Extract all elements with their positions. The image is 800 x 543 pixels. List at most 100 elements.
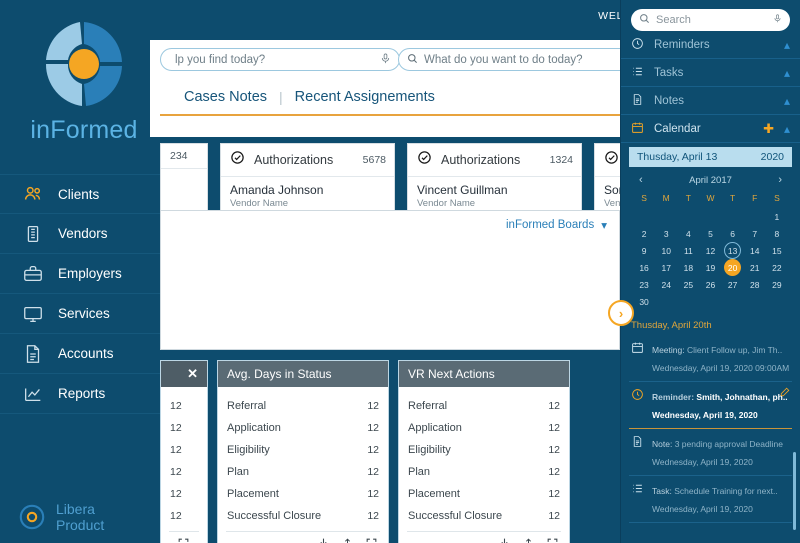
calendar-day-cell[interactable]: 7 <box>744 225 766 242</box>
panel-search-input[interactable]: Search <box>631 9 790 31</box>
calendar-day-cell[interactable]: 26 <box>699 276 721 293</box>
accordion-reminders[interactable]: Reminders ▴ <box>621 31 800 59</box>
widget-panel: VR Next Actions Referral 12 Application … <box>398 360 570 543</box>
calendar-day-cell[interactable]: 25 <box>677 276 699 293</box>
calendar-day-cell[interactable]: 15 <box>766 242 788 259</box>
sidebar-item-label: Vendors <box>58 226 108 241</box>
widget-row-item: Placement 12 <box>227 483 379 505</box>
left-sidebar: inFormed Clients Vendors Employers Servi… <box>0 0 168 543</box>
sidebar-item-employers[interactable]: Employers <box>0 254 168 294</box>
share-icon[interactable] <box>522 537 537 543</box>
event-text: Task: Schedule Training for next.. Wedne… <box>652 481 790 517</box>
accordion-tasks[interactable]: Tasks ▴ <box>621 59 800 87</box>
calendar-day-cell[interactable]: 29 <box>766 276 788 293</box>
sidebar-item-services[interactable]: Services <box>0 294 168 334</box>
event-date: Wednesday, April 19, 2020 <box>652 410 758 420</box>
microphone-icon[interactable] <box>380 52 391 68</box>
accordion-calendar[interactable]: Calendar ✚ ▴ <box>621 115 800 143</box>
calendar-day-cell[interactable]: 8 <box>766 225 788 242</box>
chevron-up-icon[interactable]: ▴ <box>784 94 790 108</box>
events-header: Thusday, April 20th <box>631 320 712 331</box>
event-item-reminder[interactable]: Reminder: Smith, Johnathan, ph.. Wednesd… <box>629 382 792 429</box>
event-item-meeting[interactable]: Meeting: Client Follow up, Jim Th.. Wedn… <box>629 335 792 382</box>
expand-icon[interactable] <box>177 537 192 543</box>
calendar-blank-cell <box>744 208 766 225</box>
calendar-date-grid[interactable]: 1 2 3 4 5 6 7 8 9 10 11 12 13 14 15 16 17 18 19 20 21 22 23 24 2… <box>633 208 788 310</box>
calendar-day-cell[interactable]: 27 <box>722 276 744 293</box>
calendar-day-cell[interactable]: 21 <box>744 259 766 276</box>
calendar-day-cell[interactable]: 17 <box>655 259 677 276</box>
sidebar-item-clients[interactable]: Clients <box>0 174 168 214</box>
download-icon[interactable] <box>317 537 332 543</box>
event-item-task[interactable]: Task: Schedule Training for next.. Wedne… <box>629 476 792 523</box>
widget-row-label: Eligibility <box>408 444 451 456</box>
calendar-day-cell[interactable]: 13 <box>724 242 742 259</box>
widget-row-value: 12 <box>367 444 379 456</box>
calendar-day-cell[interactable]: 14 <box>744 242 766 259</box>
tab-recent-assignements[interactable]: Recent Assignements <box>283 89 447 105</box>
widget-row: ✕ 12 12 12 12 12 12 Avg. Days in Status … <box>160 360 570 543</box>
pencil-icon[interactable] <box>780 387 790 423</box>
calendar-day-cell[interactable]: 28 <box>744 276 766 293</box>
authorization-card[interactable]: Authorizations 5678 Amanda Johnson Vendo… <box>220 143 395 218</box>
panel-scrollbar[interactable] <box>793 452 796 530</box>
calendar-nav: ‹ April 2017 › <box>633 171 788 191</box>
calendar-day-cell[interactable]: 16 <box>633 259 655 276</box>
widget-row-value: 12 <box>170 400 182 412</box>
sidebar-item-reports[interactable]: Reports <box>0 374 168 414</box>
calendar-day-cell[interactable]: 30 <box>633 293 655 310</box>
chevron-up-icon[interactable]: ▴ <box>784 38 790 52</box>
event-text: Reminder: Smith, Johnathan, ph.. Wednesd… <box>652 387 788 423</box>
chevron-down-icon[interactable]: ▾ <box>601 218 607 232</box>
widget-row-item: Successful Closure 12 <box>227 505 379 527</box>
authorization-card[interactable]: Authorizations 1324 Vincent Guillman Ven… <box>407 143 582 218</box>
authorization-card[interactable]: 234 <box>160 143 208 218</box>
event-kind: Task: <box>652 486 672 496</box>
widget-row-value: 12 <box>548 400 560 412</box>
chevron-up-icon[interactable]: ▴ <box>784 66 790 80</box>
chevron-right-icon[interactable]: › <box>778 174 782 186</box>
calendar-day-cell[interactable]: 1 <box>766 208 788 225</box>
search-input-primary[interactable]: lp you find today? <box>160 48 400 71</box>
event-kind: Reminder: <box>652 392 695 402</box>
search-placeholder: lp you find today? <box>175 53 266 66</box>
calendar-day-cell[interactable]: 3 <box>655 225 677 242</box>
sidebar-item-accounts[interactable]: Accounts <box>0 334 168 374</box>
calendar-day-cell[interactable]: 9 <box>633 242 655 259</box>
expand-icon[interactable] <box>365 537 380 543</box>
panel-toggle-button[interactable]: › <box>608 300 634 326</box>
calendar-day-cell[interactable]: 23 <box>633 276 655 293</box>
informed-boards-dropdown[interactable]: inFormed Boards ▾ <box>506 218 607 232</box>
calendar-day-cell[interactable]: 5 <box>699 225 721 242</box>
sidebar-item-vendors[interactable]: Vendors <box>0 214 168 254</box>
calendar-day-cell[interactable]: 10 <box>655 242 677 259</box>
plus-icon[interactable]: ✚ <box>763 121 774 137</box>
download-icon[interactable] <box>498 537 513 543</box>
event-item-note[interactable]: Note: 3 pending approval Deadline Wednes… <box>629 429 792 476</box>
event-kind: Note: <box>652 439 673 449</box>
informed-board-panel: inFormed Boards ▾ <box>160 210 620 350</box>
chevron-up-icon[interactable]: ▴ <box>784 122 790 136</box>
expand-icon[interactable] <box>546 537 561 543</box>
search-icon <box>407 53 418 67</box>
close-icon[interactable]: ✕ <box>187 366 198 382</box>
widget-row-label: Referral <box>227 400 267 412</box>
accordion-notes[interactable]: Notes ▴ <box>621 87 800 115</box>
widget-row-item: Plan 12 <box>227 461 379 483</box>
calendar-day-cell[interactable]: 19 <box>699 259 721 276</box>
calendar-day-cell[interactable]: 6 <box>722 225 744 242</box>
calendar-day-cell[interactable]: 12 <box>699 242 721 259</box>
calendar-day-cell[interactable]: 22 <box>766 259 788 276</box>
chevron-left-icon[interactable]: ‹ <box>639 174 643 186</box>
calendar-day-cell[interactable]: 24 <box>655 276 677 293</box>
calendar-day-cell[interactable]: 2 <box>633 225 655 242</box>
logo-mark-icon <box>34 14 134 114</box>
calendar-day-cell[interactable]: 18 <box>677 259 699 276</box>
microphone-icon[interactable] <box>773 13 782 27</box>
calendar-day-cell[interactable]: 11 <box>677 242 699 259</box>
calendar-day-cell[interactable]: 20 <box>724 259 742 276</box>
calendar-day-cell[interactable]: 4 <box>677 225 699 242</box>
tab-cases-notes[interactable]: Cases Notes <box>172 89 279 105</box>
share-icon[interactable] <box>341 537 356 543</box>
product-switcher[interactable]: Libera Product ▾ <box>0 491 168 543</box>
